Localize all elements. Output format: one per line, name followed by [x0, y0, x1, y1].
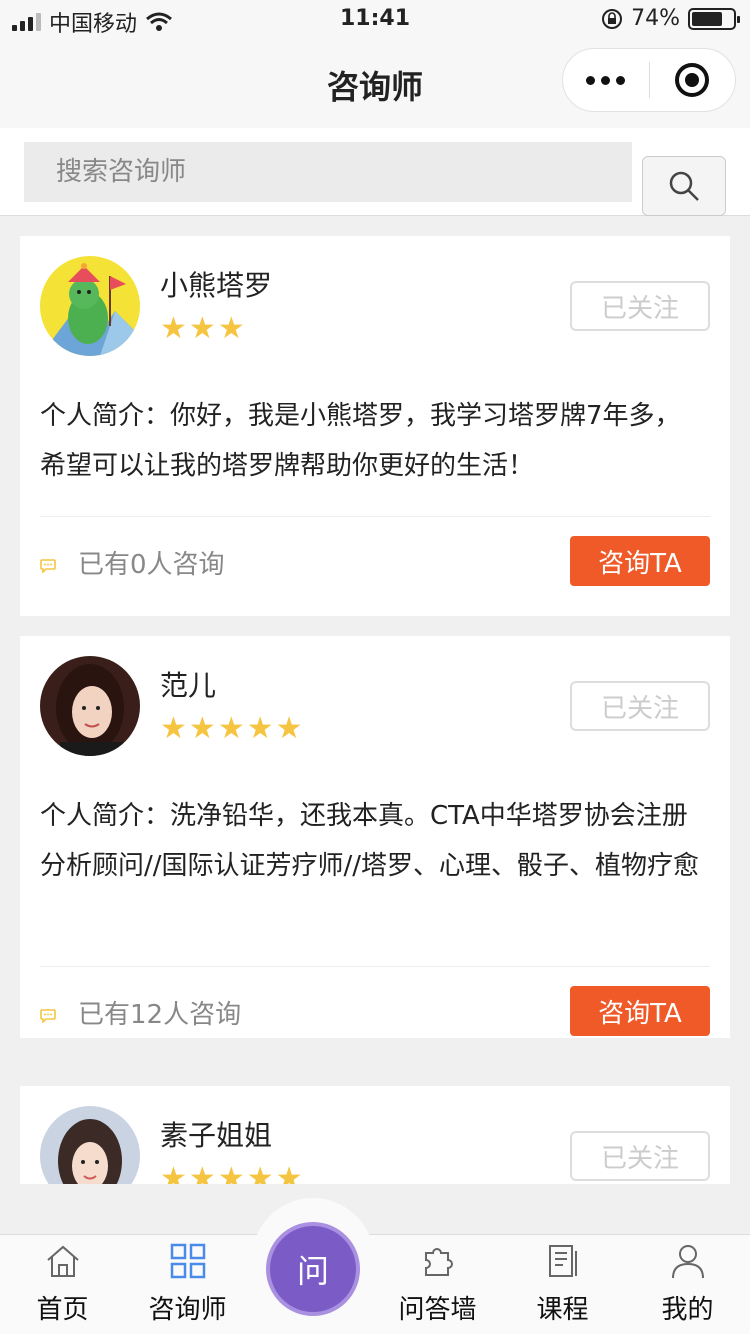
tab-label: 咨询师: [148, 1295, 227, 1325]
battery-label: 74%: [631, 6, 680, 31]
search-icon: [669, 171, 699, 201]
tab-label: 课程: [536, 1295, 589, 1325]
consult-button[interactable]: 咨询TA: [570, 536, 710, 586]
chat-icon: [40, 1009, 56, 1023]
avatar[interactable]: [40, 656, 140, 756]
star-icon: ★: [160, 1161, 187, 1185]
star-icon: ★: [246, 1161, 274, 1185]
counselor-card: 范儿 ★ ★ ★ ★ ★ 已关注 个人简介：洗净铅华，还我本真。CTA中华塔罗协会注册分…: [20, 636, 730, 1038]
status-right: 74%: [601, 6, 740, 31]
star-icon: ★: [246, 711, 274, 746]
tab-label: 问答墙: [398, 1295, 477, 1325]
battery-icon: [688, 7, 740, 30]
search-bar: [0, 128, 750, 216]
divider: [40, 516, 710, 517]
home-icon: [46, 1245, 79, 1277]
divider: [40, 966, 710, 967]
intro-text: 个人简介：你好，我是小熊塔罗，我学习塔罗牌7年多，希望可以让我的塔罗牌帮助你更好…: [40, 401, 681, 481]
chat-icon: [40, 559, 56, 573]
more-button[interactable]: [563, 49, 649, 111]
rating-stars: ★ ★ ★ ★ ★: [160, 1161, 303, 1185]
star-icon: ★: [188, 1161, 216, 1185]
puzzle-icon: [424, 1248, 453, 1276]
follow-button[interactable]: 已关注: [570, 681, 710, 731]
miniprogram-capsule: [562, 48, 736, 112]
tab-home[interactable]: 首页: [0, 1235, 125, 1334]
close-button[interactable]: [650, 49, 736, 111]
star-icon: ★: [188, 711, 216, 746]
search-button[interactable]: [642, 156, 726, 216]
star-icon: ★: [217, 711, 245, 746]
rating-stars: ★ ★ ★: [160, 314, 245, 344]
battery-level: [692, 11, 722, 26]
counselor-list: 小熊塔罗 ★ ★ ★ 已关注 个人简介：你好，我是小熊塔罗，我学习塔罗牌7年多，希望…: [0, 216, 750, 1184]
counselor-card: 小熊塔罗 ★ ★ ★ 已关注 个人简介：你好，我是小熊塔罗，我学习塔罗牌7年多，希望…: [20, 236, 730, 616]
consult-count: 已有12人咨询: [78, 1000, 242, 1030]
star-icon: ★: [160, 711, 187, 746]
star-icon: ★: [217, 311, 245, 346]
star-icon: ★: [217, 1161, 245, 1185]
counselor-name: 范儿: [160, 669, 217, 702]
nav-bar: 咨询师: [0, 40, 750, 128]
tab-label: 我的: [661, 1295, 714, 1325]
star-icon: ★: [275, 1161, 303, 1185]
intro-text: 个人简介：洗净铅华，还我本真。CTA中华塔罗协会注册分析顾问//国际认证芳疗师/…: [40, 801, 700, 881]
book-icon: [548, 1245, 577, 1277]
tab-counselor[interactable]: 咨询师: [125, 1235, 250, 1334]
follow-button[interactable]: 已关注: [570, 1131, 710, 1181]
counselor-name: 小熊塔罗: [160, 269, 273, 302]
tab-bar: 首页 咨询师 问答墙 课程 我的: [0, 1234, 750, 1334]
tab-qa-wall[interactable]: 问答墙: [375, 1235, 500, 1334]
ask-question-button[interactable]: 问: [266, 1222, 360, 1316]
rating-stars: ★ ★ ★ ★ ★: [160, 714, 303, 744]
target-icon: [675, 63, 710, 97]
tab-label: 首页: [36, 1295, 89, 1325]
tab-courses[interactable]: 课程: [500, 1235, 625, 1334]
consult-count: 已有0人咨询: [78, 550, 225, 580]
counselor-name: 素子姐姐: [160, 1119, 273, 1152]
search-input[interactable]: [24, 142, 632, 202]
star-icon: ★: [160, 311, 187, 346]
user-icon: [671, 1245, 704, 1279]
star-icon: ★: [188, 311, 216, 346]
grid-icon: [170, 1243, 205, 1279]
star-icon: ★: [275, 711, 303, 746]
avatar[interactable]: [40, 1106, 140, 1184]
tab-mine[interactable]: 我的: [625, 1235, 750, 1334]
avatar[interactable]: [40, 256, 140, 356]
rotation-lock-icon: [602, 8, 623, 29]
follow-button[interactable]: 已关注: [570, 281, 710, 331]
counselor-card: 素子姐姐 ★ ★ ★ ★ ★ 已关注: [20, 1086, 730, 1184]
status-bar: 中国移动 11:41 74%: [0, 0, 750, 40]
consult-button[interactable]: 咨询TA: [570, 986, 710, 1036]
